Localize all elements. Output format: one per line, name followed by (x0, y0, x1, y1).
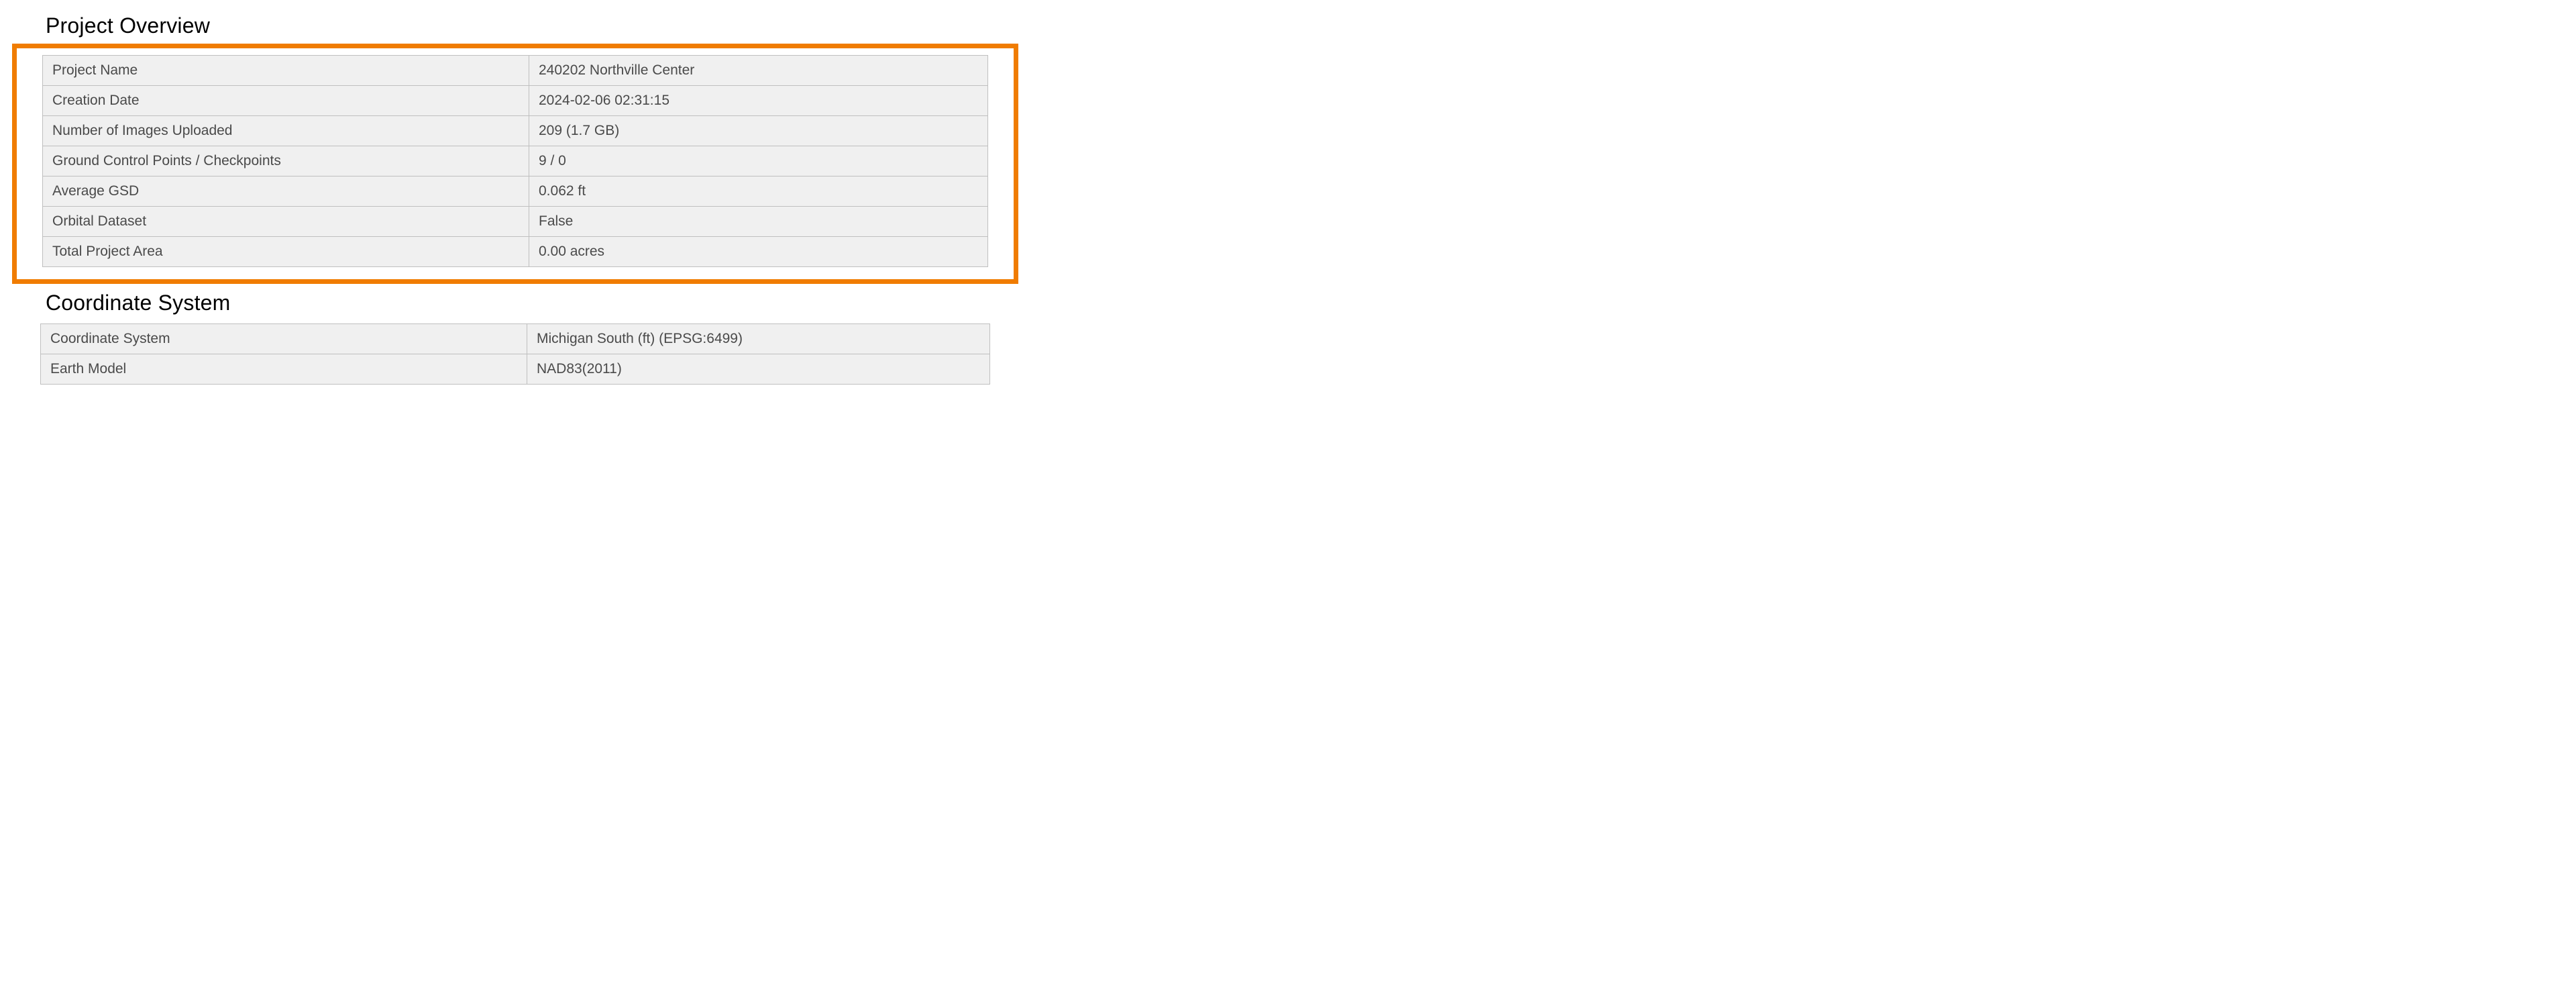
project-overview-highlight: Project Name 240202 Northville Center Cr… (12, 44, 1018, 284)
table-row: Orbital Dataset False (43, 207, 988, 237)
row-label: Project Name (43, 56, 529, 86)
row-label: Average GSD (43, 177, 529, 207)
row-value: NAD83(2011) (527, 354, 990, 385)
row-label: Earth Model (41, 354, 527, 385)
row-label: Ground Control Points / Checkpoints (43, 146, 529, 177)
row-label: Number of Images Uploaded (43, 116, 529, 146)
row-value: 9 / 0 (529, 146, 988, 177)
row-value: 0.00 acres (529, 237, 988, 267)
project-overview-heading: Project Overview (46, 0, 1030, 38)
table-row: Creation Date 2024-02-06 02:31:15 (43, 86, 988, 116)
table-row: Earth Model NAD83(2011) (41, 354, 990, 385)
coordinate-system-table: Coordinate System Michigan South (ft) (E… (40, 323, 990, 385)
coordinate-system-heading: Coordinate System (46, 291, 990, 315)
table-row: Number of Images Uploaded 209 (1.7 GB) (43, 116, 988, 146)
row-value: False (529, 207, 988, 237)
row-value: 209 (1.7 GB) (529, 116, 988, 146)
row-label: Total Project Area (43, 237, 529, 267)
coordinate-system-section: Coordinate System Coordinate System Mich… (40, 291, 990, 385)
row-value: Michigan South (ft) (EPSG:6499) (527, 324, 990, 354)
project-overview-table: Project Name 240202 Northville Center Cr… (42, 55, 988, 267)
table-row: Project Name 240202 Northville Center (43, 56, 988, 86)
table-row: Average GSD 0.062 ft (43, 177, 988, 207)
table-row: Coordinate System Michigan South (ft) (E… (41, 324, 990, 354)
row-value: 2024-02-06 02:31:15 (529, 86, 988, 116)
row-value: 0.062 ft (529, 177, 988, 207)
row-label: Creation Date (43, 86, 529, 116)
table-row: Total Project Area 0.00 acres (43, 237, 988, 267)
row-label: Orbital Dataset (43, 207, 529, 237)
table-row: Ground Control Points / Checkpoints 9 / … (43, 146, 988, 177)
row-label: Coordinate System (41, 324, 527, 354)
row-value: 240202 Northville Center (529, 56, 988, 86)
report-page: Project Overview Project Name 240202 Nor… (0, 0, 1030, 401)
